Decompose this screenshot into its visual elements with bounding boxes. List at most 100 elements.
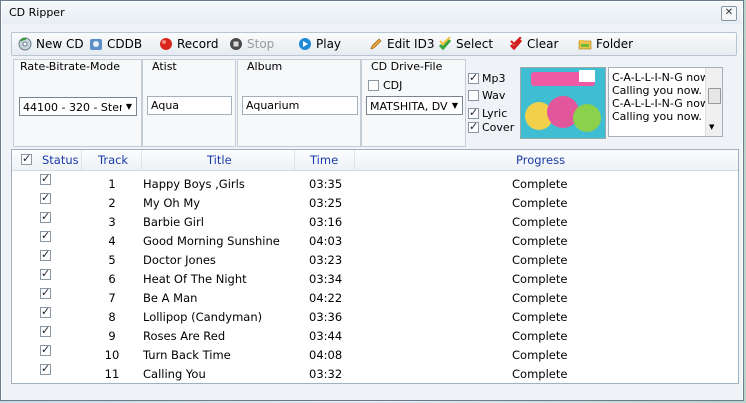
track-number: 4: [108, 234, 116, 248]
play-icon: [298, 37, 312, 51]
lyric-label: Lyric: [482, 107, 508, 120]
album-group: Album Aquarium: [237, 59, 361, 147]
row-checkbox[interactable]: [40, 191, 51, 204]
clear-button[interactable]: Clear: [509, 36, 558, 52]
row-checkbox[interactable]: [40, 286, 51, 299]
track-header[interactable]: Track: [98, 153, 128, 167]
table-row[interactable]: 3 Barbie Girl 03:16 Complete: [12, 210, 738, 231]
table-row[interactable]: 7 Be A Man 04:22 Complete: [12, 286, 738, 307]
cover-checkbox[interactable]: [468, 120, 479, 133]
option-lyric[interactable]: Lyric: [468, 106, 508, 120]
record-label: Record: [177, 37, 219, 51]
table-row[interactable]: 6 Heat Of The Night 03:34 Complete: [12, 267, 738, 288]
track-time: 04:22: [309, 291, 343, 305]
chevron-down-icon[interactable]: ▼: [448, 97, 462, 114]
drive-value: MATSHITA, DVD: [370, 100, 457, 113]
option-cover[interactable]: Cover: [468, 120, 514, 134]
cdj-option[interactable]: CDJ: [368, 79, 402, 92]
rate-select[interactable]: 44100 - 320 - Stereo ▼: [19, 97, 137, 116]
track-number: 1: [108, 177, 116, 191]
track-title: Be A Man: [143, 291, 198, 305]
track-number: 6: [108, 272, 116, 286]
track-time: 04:08: [309, 348, 343, 362]
table-row[interactable]: 1 Happy Boys ,Girls 03:35 Complete: [12, 172, 738, 193]
track-number: 5: [108, 253, 116, 267]
cd-ripper-window: CD Ripper ✕ New CD CDDB Record Stop Play…: [0, 0, 744, 401]
track-number: 11: [104, 367, 120, 381]
column-divider: [294, 150, 295, 170]
track-progress: Complete: [512, 215, 568, 229]
track-time: 03:25: [309, 196, 343, 210]
table-row[interactable]: 2 My Oh My 03:25 Complete: [12, 191, 738, 212]
folder-button[interactable]: Folder: [578, 36, 633, 52]
select-all-checkbox[interactable]: [21, 152, 32, 165]
table-row[interactable]: 4 Good Morning Sunshine 04:03 Complete: [12, 229, 738, 250]
track-table: Status Track Title Time Progress 1 Happy …: [11, 149, 739, 384]
new-cd-label: New CD: [36, 37, 84, 51]
row-checkbox[interactable]: [40, 305, 51, 318]
play-button[interactable]: Play: [298, 36, 341, 52]
table-row[interactable]: 11 Calling You 03:32 Complete: [12, 362, 738, 383]
table-row[interactable]: 10 Turn Back Time 04:08 Complete: [12, 343, 738, 364]
row-checkbox[interactable]: [40, 248, 51, 261]
track-progress: Complete: [512, 291, 568, 305]
option-wav[interactable]: Wav: [468, 89, 505, 102]
mp3-checkbox[interactable]: [468, 71, 479, 84]
option-mp3[interactable]: Mp3: [468, 71, 505, 85]
edit-id3-button[interactable]: Edit ID3: [369, 36, 434, 52]
track-number: 8: [108, 310, 116, 324]
close-button[interactable]: ✕: [721, 6, 737, 21]
row-checkbox[interactable]: [40, 267, 51, 280]
table-row[interactable]: 5 Doctor Jones 03:23 Complete: [12, 248, 738, 269]
row-checkbox[interactable]: [40, 172, 51, 185]
track-title: Happy Boys ,Girls: [143, 177, 245, 191]
cddb-icon: [89, 37, 103, 51]
status-header[interactable]: Status: [42, 153, 79, 167]
track-progress: Complete: [512, 177, 568, 191]
cddb-button[interactable]: CDDB: [89, 36, 142, 52]
track-number: 2: [108, 196, 116, 210]
new-cd-button[interactable]: New CD: [18, 36, 84, 52]
drive-select[interactable]: MATSHITA, DVD ▼: [366, 96, 463, 115]
artist-field[interactable]: Aqua: [147, 96, 232, 115]
track-title: Heat Of The Night: [143, 272, 247, 286]
track-progress: Complete: [512, 234, 568, 248]
lyric-scrollbar[interactable]: ▼: [705, 68, 722, 136]
table-row[interactable]: 9 Roses Are Red 03:44 Complete: [12, 324, 738, 345]
track-title: My Oh My: [143, 196, 201, 210]
title-bar[interactable]: CD Ripper ✕: [2, 2, 742, 24]
check-icon: [438, 36, 452, 51]
track-time: 04:03: [309, 234, 343, 248]
track-time: 03:32: [309, 367, 343, 381]
cdj-label: CDJ: [383, 79, 403, 92]
artist-label: Atist: [152, 60, 177, 73]
row-checkbox[interactable]: [40, 362, 51, 375]
scroll-thumb[interactable]: [708, 88, 721, 104]
row-checkbox[interactable]: [40, 229, 51, 242]
wav-label: Wav: [482, 89, 506, 102]
select-button[interactable]: Select: [438, 36, 493, 52]
lyric-textbox[interactable]: C-A-L-L-I-N-G now. Calling you now. C-A-…: [608, 67, 723, 137]
drive-label: CD Drive-File: [371, 60, 443, 73]
time-header[interactable]: Time: [310, 153, 338, 167]
progress-header[interactable]: Progress: [516, 153, 565, 167]
record-icon: [159, 37, 173, 51]
select-label: Select: [456, 37, 494, 51]
cdj-checkbox[interactable]: [368, 80, 379, 91]
chevron-down-icon[interactable]: ▼: [122, 98, 136, 115]
stop-icon: [229, 37, 243, 51]
stop-button[interactable]: Stop: [229, 36, 274, 52]
lyric-checkbox[interactable]: [468, 106, 479, 119]
window-title: CD Ripper: [9, 6, 65, 19]
table-row[interactable]: 8 Lollipop (Candyman) 03:36 Complete: [12, 305, 738, 326]
record-button[interactable]: Record: [159, 36, 218, 52]
row-checkbox[interactable]: [40, 210, 51, 223]
scroll-down-icon[interactable]: ▼: [709, 121, 714, 134]
track-title: Lollipop (Candyman): [143, 310, 263, 324]
album-field[interactable]: Aquarium: [242, 96, 358, 115]
row-checkbox[interactable]: [40, 343, 51, 356]
row-checkbox[interactable]: [40, 324, 51, 337]
track-title: Barbie Girl: [143, 215, 204, 229]
wav-checkbox[interactable]: [468, 90, 479, 101]
title-header[interactable]: Title: [207, 153, 232, 167]
